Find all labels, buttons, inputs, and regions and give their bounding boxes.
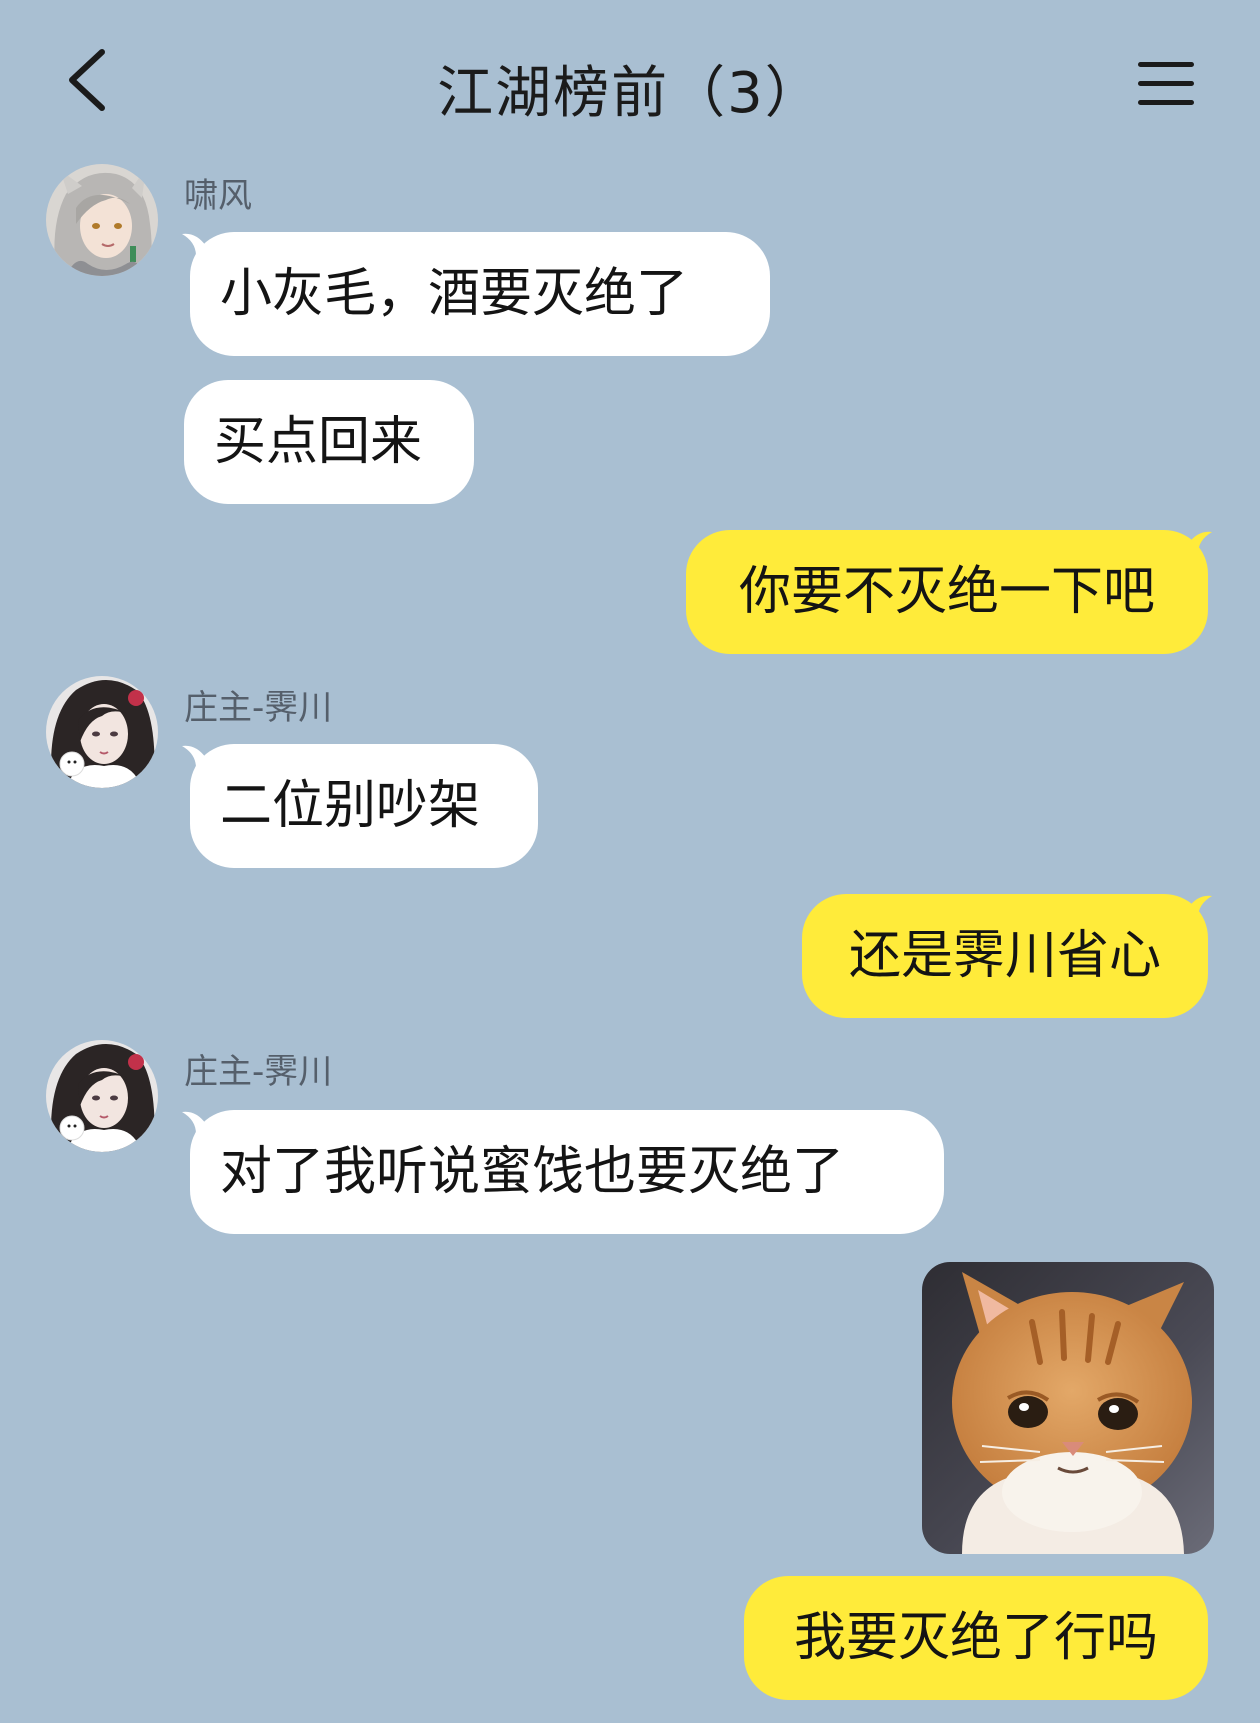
message-bubble-outgoing[interactable]: 我要灭绝了行吗 xyxy=(744,1576,1208,1700)
menu-icon-line xyxy=(1138,62,1194,67)
message-text: 你要不灭绝一下吧 xyxy=(738,562,1155,622)
message-bubble-outgoing[interactable]: 你要不灭绝一下吧 xyxy=(686,530,1208,654)
image-message[interactable] xyxy=(922,1262,1214,1554)
sad-cat-sticker-icon xyxy=(922,1262,1214,1554)
message-text: 小灰毛，酒要灭绝了 xyxy=(220,264,689,324)
message-text: 我要灭绝了行吗 xyxy=(793,1608,1158,1668)
sender-name: 啸风 xyxy=(184,176,252,216)
menu-button[interactable] xyxy=(1134,56,1198,112)
message-text: 买点回来 xyxy=(214,412,423,472)
bubble-tail xyxy=(1188,895,1212,918)
avatar[interactable] xyxy=(46,676,158,788)
sender-name: 庄主-霁川 xyxy=(184,1052,333,1092)
bubble-tail xyxy=(1188,531,1212,554)
avatar-dark-hair-icon xyxy=(46,676,158,788)
avatar[interactable] xyxy=(46,1040,158,1152)
message-bubble-outgoing[interactable]: 还是霁川省心 xyxy=(802,894,1208,1018)
avatar-dark-hair-icon xyxy=(46,1040,158,1152)
message-bubble-incoming[interactable]: 对了我听说蜜饯也要灭绝了 xyxy=(190,1110,944,1234)
avatar[interactable] xyxy=(46,164,158,276)
menu-icon-line xyxy=(1138,81,1194,86)
message-bubble-incoming[interactable]: 买点回来 xyxy=(184,380,474,504)
message-bubble-incoming[interactable]: 小灰毛，酒要灭绝了 xyxy=(190,232,770,356)
message-text: 还是霁川省心 xyxy=(848,926,1161,986)
message-text: 二位别吵架 xyxy=(220,776,481,836)
sender-name: 庄主-霁川 xyxy=(184,688,333,728)
message-bubble-incoming[interactable]: 二位别吵架 xyxy=(190,744,538,868)
avatar-silver-hair-icon xyxy=(46,164,158,276)
chat-title: 江湖榜前（3） xyxy=(437,61,823,126)
menu-icon-line xyxy=(1138,100,1194,105)
chat-header: 江湖榜前（3） xyxy=(0,0,1260,160)
message-text: 对了我听说蜜饯也要灭绝了 xyxy=(220,1142,845,1202)
